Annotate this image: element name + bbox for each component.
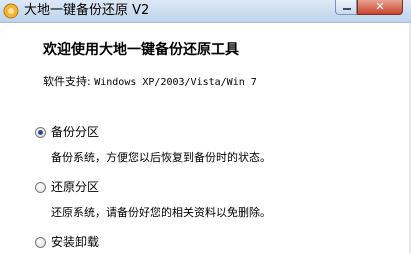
close-icon: ✕ — [375, 0, 385, 13]
supported-systems: Windows XP/2003/Vista/Win 7 — [94, 77, 257, 88]
title-bar[interactable]: 大地一键备份还原 V2 ✕ — [0, 0, 411, 23]
backup-radio[interactable] — [35, 127, 46, 138]
support-label: 软件支持: — [43, 75, 91, 88]
backup-option-description: 备份系统，方便您以后恢复到备份时的状态。 — [51, 151, 271, 164]
minimize-button[interactable] — [335, 0, 357, 15]
support-line: 软件支持: Windows XP/2003/Vista/Win 7 — [43, 73, 257, 89]
restore-option-label[interactable]: 还原分区 — [51, 178, 99, 195]
install-uninstall-option-label[interactable]: 安装卸载 — [51, 233, 99, 250]
page-title: 欢迎使用大地一键备份还原工具 — [43, 42, 239, 58]
restore-radio[interactable] — [35, 182, 46, 193]
install-uninstall-radio[interactable] — [35, 237, 46, 248]
installer-window: 大地一键备份还原 V2 ✕ 欢迎使用大地一键备份还原工具 软件支持: Windo… — [0, 0, 411, 253]
minimize-icon — [343, 8, 351, 10]
restore-option-description: 还原系统，请备份好您的相关资料以免删除。 — [51, 206, 271, 219]
close-button[interactable]: ✕ — [357, 0, 403, 15]
window-title: 大地一键备份还原 V2 — [24, 3, 150, 18]
app-icon — [3, 3, 19, 19]
backup-option-label[interactable]: 备份分区 — [51, 123, 99, 140]
content-panel: 欢迎使用大地一键备份还原工具 软件支持: Windows XP/2003/Vis… — [0, 23, 411, 253]
